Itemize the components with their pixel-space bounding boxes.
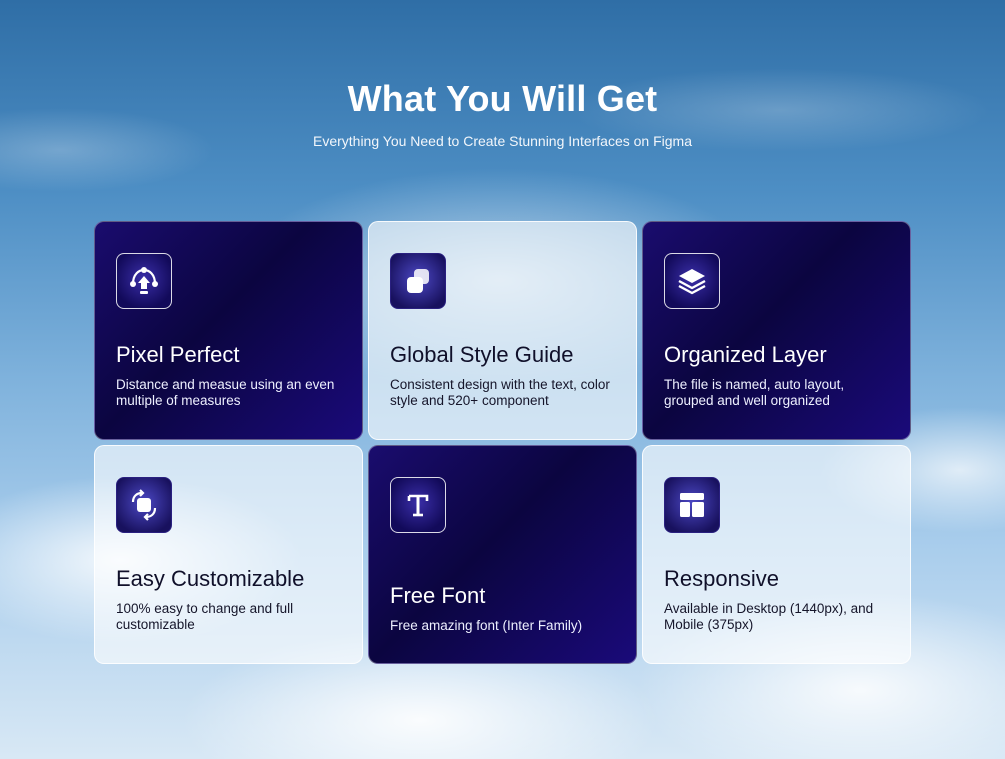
card-description: Available in Desktop (1440px), and Mobil… (664, 601, 874, 632)
card-title: Easy Customizable (116, 566, 305, 591)
rotate-square-icon (116, 477, 172, 533)
feature-card-pixel-perfect: Pixel Perfect Distance and measue using … (94, 221, 363, 440)
card-title: Organized Layer (664, 342, 827, 367)
feature-card-global-style-guide: Global Style Guide Consistent design wit… (368, 221, 637, 440)
pen-tool-icon (116, 253, 172, 309)
card-title: Responsive (664, 566, 779, 591)
card-description: Consistent design with the text, color s… (390, 377, 610, 408)
page-subtitle: Everything You Need to Create Stunning I… (312, 133, 692, 149)
card-description: Free amazing font (Inter Family) (390, 618, 583, 633)
text-t-icon (390, 477, 446, 533)
card-title: Free Font (390, 583, 486, 608)
feature-card-easy-customizable: Easy Customizable 100% easy to change an… (94, 445, 363, 664)
layers-icon (664, 253, 720, 309)
layout-icon (664, 477, 720, 533)
card-description: Distance and measue using an even multip… (116, 377, 335, 408)
features-grid: Pixel Perfect Distance and measue using … (94, 221, 911, 664)
page-title: What You Will Get (347, 78, 658, 119)
card-title: Pixel Perfect (116, 342, 240, 367)
feature-card-responsive: Responsive Available in Desktop (1440px)… (642, 445, 911, 664)
feature-card-free-font: Free Font Free amazing font (Inter Famil… (368, 445, 637, 664)
card-description: 100% easy to change and full customizabl… (116, 601, 294, 632)
card-description: The file is named, auto layout, grouped … (664, 377, 845, 408)
feature-card-organized-layer: Organized Layer The file is named, auto … (642, 221, 911, 440)
overlapping-squares-icon (390, 253, 446, 309)
card-title: Global Style Guide (390, 342, 574, 367)
